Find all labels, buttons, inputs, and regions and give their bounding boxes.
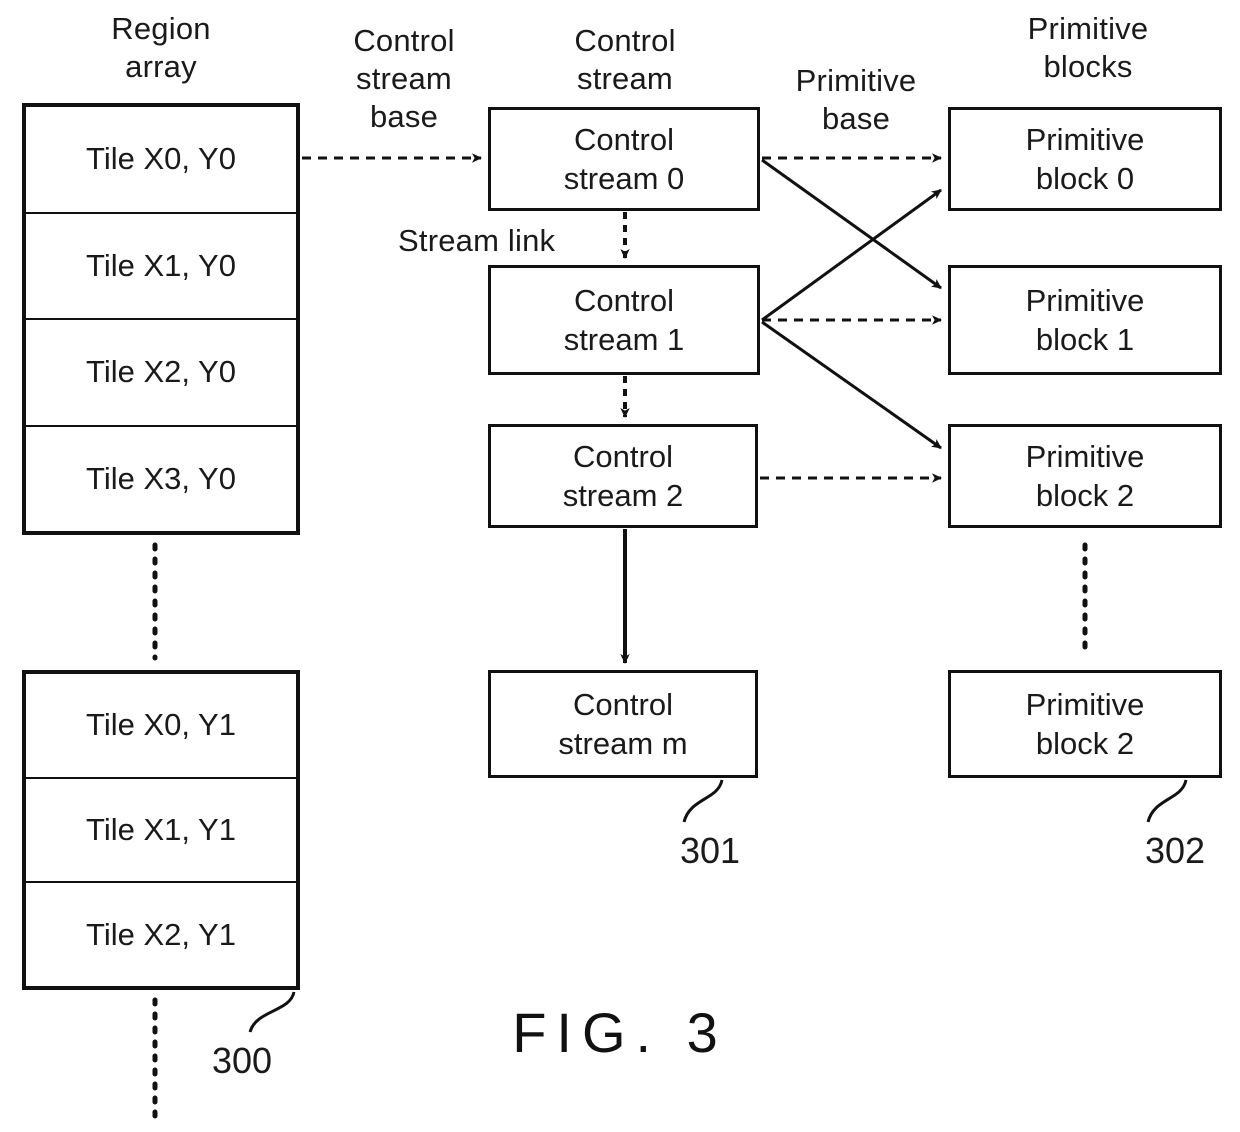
- tile-label: Tile X1, Y0: [86, 247, 236, 283]
- tile-row[interactable]: Tile X0, Y1: [26, 674, 296, 779]
- wire-cs0-to-pb1: [761, 158, 942, 290]
- control-stream-m-box[interactable]: Control stream m: [488, 670, 758, 778]
- tile-row[interactable]: Tile X0, Y0: [26, 107, 296, 214]
- tile-row[interactable]: Tile X2, Y1: [26, 883, 296, 986]
- figure-caption: FIG. 3: [512, 1001, 728, 1064]
- primitive-block-3-label: Primitive block 2: [1025, 687, 1145, 761]
- primitive-block-2-box[interactable]: Primitive block 2: [948, 424, 1222, 528]
- ref-numeral-301: 301: [680, 830, 741, 871]
- tile-label: Tile X1, Y1: [86, 812, 236, 847]
- control-stream-m-label: Control stream m: [558, 687, 688, 761]
- primitive-block-3-box[interactable]: Primitive block 2: [948, 670, 1222, 778]
- primitive-block-0-label: Primitive block 0: [1025, 122, 1145, 196]
- primitive-block-1-box[interactable]: Primitive block 1: [948, 265, 1222, 375]
- tile-row[interactable]: Tile X1, Y1: [26, 779, 296, 884]
- ref-numeral-302: 302: [1145, 830, 1206, 871]
- tile-label: Tile X0, Y0: [86, 141, 236, 177]
- wire-cs1-to-pb0: [761, 188, 942, 322]
- tile-label: Tile X3, Y0: [86, 460, 236, 496]
- stream-link-label: Stream link: [398, 223, 556, 258]
- wire-cs1-to-pb2: [761, 320, 942, 450]
- primitive-block-0-box[interactable]: Primitive block 0: [948, 107, 1222, 211]
- tile-label: Tile X2, Y0: [86, 354, 236, 390]
- tile-row[interactable]: Tile X1, Y0: [26, 214, 296, 320]
- patent-figure-3: Region array Control stream base Control…: [0, 0, 1240, 1132]
- control-stream-2-label: Control stream 2: [562, 439, 684, 513]
- primitive-block-1-label: Primitive block 1: [1025, 283, 1145, 357]
- tile-row[interactable]: Tile X2, Y0: [26, 320, 296, 427]
- tile-row[interactable]: Tile X3, Y0: [26, 427, 296, 532]
- heading-control-stream-base: Control stream base: [353, 23, 455, 134]
- control-stream-0-box[interactable]: Control stream 0: [488, 107, 760, 211]
- control-stream-1-box[interactable]: Control stream 1: [488, 265, 760, 375]
- heading-control-stream: Control stream: [574, 23, 676, 96]
- region-array-bottom: Tile X0, Y1 Tile X1, Y1 Tile X2, Y1: [22, 670, 300, 990]
- heading-primitive-blocks: Primitive blocks: [1027, 11, 1149, 84]
- heading-region-array: Region array: [111, 11, 211, 84]
- heading-primitive-base: Primitive base: [795, 63, 917, 136]
- control-stream-1-label: Control stream 1: [563, 283, 685, 357]
- tile-label: Tile X0, Y1: [86, 707, 236, 743]
- primitive-block-2-label: Primitive block 2: [1025, 439, 1145, 513]
- control-stream-2-box[interactable]: Control stream 2: [488, 424, 758, 528]
- region-array-top: Tile X0, Y0 Tile X1, Y0 Tile X2, Y0 Tile…: [22, 103, 300, 535]
- leader-302: [1146, 779, 1188, 823]
- leader-301: [682, 779, 724, 823]
- tile-label: Tile X2, Y1: [86, 916, 236, 952]
- control-stream-0-label: Control stream 0: [563, 122, 685, 196]
